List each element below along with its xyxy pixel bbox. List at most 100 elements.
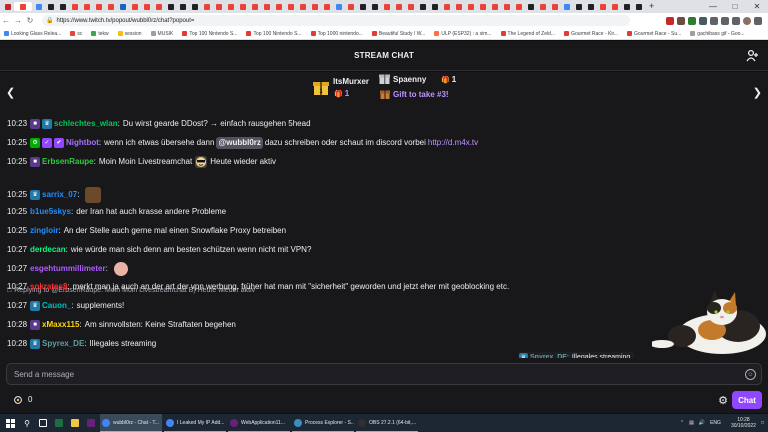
browser-tab[interactable] xyxy=(189,2,200,11)
bookmark-item[interactable]: ULP (ESP32) : a sim... xyxy=(434,31,492,37)
browser-tab[interactable] xyxy=(537,2,548,11)
bookmark-item[interactable]: tekw xyxy=(91,31,109,37)
message-username[interactable]: schlechtes_wlan xyxy=(54,118,118,130)
browser-tab[interactable] xyxy=(213,2,224,11)
search-icon[interactable]: ⚲ xyxy=(20,414,34,432)
browser-tab[interactable] xyxy=(429,2,440,11)
browser-tab[interactable] xyxy=(441,2,452,11)
browser-tab[interactable] xyxy=(417,2,428,11)
send-chat-button[interactable]: Chat xyxy=(732,391,762,409)
taskbar-app[interactable]: OBS 27.2.1 (64-bit,... xyxy=(356,414,418,432)
browser-tab[interactable] xyxy=(273,2,284,11)
language-indicator[interactable]: ENG xyxy=(710,420,721,426)
bookmark-item[interactable]: The Legend of Zeld... xyxy=(500,31,555,37)
bookmark-item[interactable]: Gourmet Race - Kir... xyxy=(564,31,618,37)
notifications-icon[interactable]: □ xyxy=(761,420,764,426)
browser-tab[interactable] xyxy=(261,2,272,11)
community-icon[interactable] xyxy=(746,49,760,63)
browser-tab[interactable] xyxy=(393,2,404,11)
browser-tab[interactable] xyxy=(129,2,140,11)
taskbar-app[interactable]: I Leaked My IP Add... xyxy=(164,414,226,432)
gear-icon[interactable]: ⚙ xyxy=(718,394,728,407)
maximize-icon[interactable]: □ xyxy=(724,0,746,13)
bookmark-item[interactable]: MUSIK xyxy=(150,31,173,37)
chevron-up-icon[interactable]: ⌃ xyxy=(680,420,684,426)
taskbar-app[interactable]: Process Explorer - S... xyxy=(292,414,354,432)
browser-tab[interactable] xyxy=(369,2,380,11)
browser-tab[interactable] xyxy=(285,2,296,11)
browser-tab[interactable] xyxy=(573,2,584,11)
message-link[interactable]: http://d.m4x.tv xyxy=(428,137,478,149)
browser-tab[interactable] xyxy=(405,2,416,11)
chat-message-input[interactable] xyxy=(6,363,762,385)
bookmark-item[interactable]: Looking Glass Relea... xyxy=(4,31,61,37)
url-field[interactable]: 🔒 https://www.twitch.tv/popout/wubbl0rz/… xyxy=(42,15,630,26)
browser-tab[interactable] xyxy=(105,2,116,11)
volume-icon[interactable]: 🔊 xyxy=(699,420,705,426)
browser-tab[interactable] xyxy=(513,2,524,11)
browser-tab[interactable] xyxy=(14,2,32,11)
browser-tab[interactable] xyxy=(501,2,512,11)
gift-cta-link[interactable]: Gift to take #3! xyxy=(393,90,449,99)
bookmark-item[interactable]: Beautiful Study / W... xyxy=(371,31,425,37)
browser-tab[interactable] xyxy=(45,2,56,11)
prime-badge-icon[interactable]: ♛ xyxy=(42,119,53,129)
message-username[interactable]: ErbsenRaupe xyxy=(42,156,94,168)
browser-tab[interactable] xyxy=(585,2,596,11)
taskbar-app[interactable]: wubbl0rz - Chat - T... xyxy=(100,414,162,432)
file-explorer-icon[interactable] xyxy=(68,414,82,432)
message-username[interactable]: Spyrex_DE xyxy=(42,338,84,350)
browser-tab[interactable] xyxy=(117,2,128,11)
bookmark-item[interactable]: gachibass gif - Goo... xyxy=(690,31,745,37)
browser-tab[interactable] xyxy=(621,2,632,11)
message-mention[interactable]: @wubbl0rz xyxy=(216,137,263,149)
browser-tab[interactable] xyxy=(309,2,320,11)
forward-icon[interactable]: → xyxy=(12,16,24,25)
close-icon[interactable]: ✕ xyxy=(746,0,768,13)
subscriber-badge-icon[interactable]: ■ xyxy=(30,157,41,167)
message-username[interactable]: derdecan xyxy=(30,244,66,256)
browser-tab[interactable] xyxy=(177,2,188,11)
bookmark-item[interactable]: Gourmet Race - Su... xyxy=(627,31,681,37)
profile-avatar[interactable] xyxy=(743,16,751,25)
minimize-icon[interactable]: — xyxy=(702,0,724,13)
sidebar-icon[interactable] xyxy=(732,16,740,25)
extension-icon[interactable] xyxy=(666,16,674,25)
windows-start-icon[interactable] xyxy=(0,414,20,432)
browser-tab[interactable] xyxy=(81,2,92,11)
browser-tab[interactable] xyxy=(477,2,488,11)
menu-icon[interactable] xyxy=(754,16,762,25)
gifter-name[interactable]: ItsMurxer xyxy=(333,77,369,86)
message-username[interactable]: esgehtummillimeter xyxy=(30,263,106,275)
browser-tab[interactable] xyxy=(633,2,644,11)
browser-tab[interactable] xyxy=(321,2,332,11)
browser-tab[interactable] xyxy=(549,2,560,11)
chevron-right-icon[interactable]: ❯ xyxy=(753,86,762,99)
browser-tab[interactable] xyxy=(33,2,44,11)
message-username[interactable]: zingloir xyxy=(30,225,58,237)
excel-icon[interactable] xyxy=(52,414,66,432)
browser-tab[interactable] xyxy=(201,2,212,11)
browser-tab[interactable] xyxy=(2,2,13,11)
bookmark-item[interactable]: Top 100 Nintendo S... xyxy=(182,31,237,37)
message-username[interactable]: sarrix_07 xyxy=(42,189,77,201)
browser-tab[interactable] xyxy=(153,2,164,11)
message-username[interactable]: Nightbot xyxy=(66,137,99,149)
browser-tab[interactable] xyxy=(57,2,68,11)
moderator-badge-icon[interactable]: ⚙ xyxy=(30,138,41,148)
network-icon[interactable]: ▤ xyxy=(689,420,694,426)
browser-tab[interactable] xyxy=(597,2,608,11)
browser-tab[interactable] xyxy=(453,2,464,11)
new-tab-icon[interactable]: + xyxy=(649,2,654,11)
browser-tab[interactable] xyxy=(345,2,356,11)
gifter-name[interactable]: Spaenny xyxy=(393,75,426,84)
clock[interactable]: 10:28 30/10/2022 xyxy=(726,417,756,429)
browser-tab[interactable] xyxy=(141,2,152,11)
browser-tab[interactable] xyxy=(489,2,500,11)
message-username[interactable]: b1ue5skys xyxy=(30,206,71,218)
browser-tab[interactable] xyxy=(93,2,104,11)
browser-tab[interactable] xyxy=(225,2,236,11)
emote-image[interactable] xyxy=(195,156,208,168)
extension-icon[interactable] xyxy=(688,16,696,25)
browser-tab[interactable] xyxy=(165,2,176,11)
